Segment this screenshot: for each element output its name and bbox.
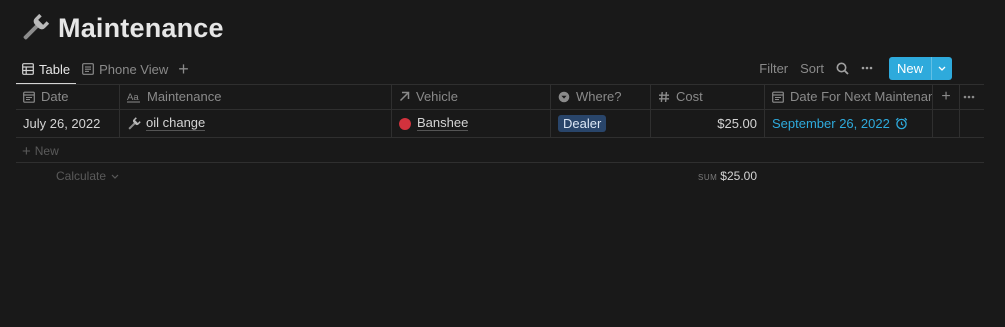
plus-icon: +: [22, 142, 31, 160]
number-icon: [659, 91, 669, 102]
column-label: Vehicle: [416, 89, 458, 104]
column-label: Where?: [576, 89, 622, 104]
column-label: Date For Next Maintenance: [790, 89, 932, 104]
empty-cell: [933, 110, 960, 137]
cost-sum[interactable]: SUM $25.00: [667, 169, 757, 183]
page-header: Maintenance: [18, 8, 224, 48]
empty-cell: [960, 110, 984, 137]
list-icon: [82, 63, 94, 75]
tab-phone-view[interactable]: Phone View: [76, 56, 174, 82]
where-tag: Dealer: [558, 115, 607, 132]
search-icon[interactable]: [836, 62, 849, 75]
tab-label: Table: [39, 61, 71, 77]
next-maintenance-date: September 26, 2022: [772, 116, 890, 131]
relation-arrow-icon: [399, 91, 410, 102]
red-circle-icon: [399, 117, 411, 130]
column-header-cost[interactable]: Cost: [651, 84, 765, 109]
vehicle-link[interactable]: Banshee: [417, 116, 469, 131]
column-header-vehicle[interactable]: Vehicle: [392, 84, 551, 109]
column-label: Cost: [676, 89, 703, 104]
column-label: Date: [41, 89, 69, 104]
tab-table[interactable]: Table: [16, 56, 77, 85]
column-header-where[interactable]: Where?: [551, 84, 651, 109]
column-header-next-maintenance[interactable]: Date For Next Maintenance: [765, 84, 933, 109]
cell-maintenance[interactable]: oil change: [120, 110, 392, 137]
view-tabs: Table Phone View +: [16, 56, 189, 85]
cell-next-maintenance[interactable]: September 26, 2022: [765, 110, 933, 137]
table-icon: [22, 63, 34, 75]
cell-where[interactable]: Dealer: [551, 110, 651, 137]
calendar-icon: [772, 91, 784, 103]
cell-cost[interactable]: $25.00: [651, 110, 765, 137]
add-property-icon[interactable]: +: [933, 84, 960, 109]
wrench-icon: [23, 13, 50, 40]
svg-text:Aa: Aa: [127, 92, 139, 103]
new-button-label: New: [896, 60, 923, 76]
column-header-maintenance[interactable]: Aa Maintenance: [120, 84, 392, 109]
more-options-icon[interactable]: [960, 84, 984, 109]
calculate-label: Calculate: [56, 169, 107, 183]
tab-label: Phone View: [99, 61, 169, 77]
cell-date[interactable]: July 26, 2022: [16, 110, 120, 137]
alarm-clock-icon: [895, 117, 908, 130]
add-row-button[interactable]: + New: [22, 142, 59, 160]
new-button[interactable]: New: [888, 56, 952, 80]
page-title: Maintenance: [58, 12, 224, 43]
sum-value: $25.00: [720, 169, 757, 183]
filter-button[interactable]: Filter: [759, 61, 788, 76]
column-header-date[interactable]: Date: [16, 84, 120, 109]
row-divider: [16, 162, 984, 163]
table-header-row: Date Aa Maintenance Vehicle Where? Cost: [16, 84, 984, 109]
table-row[interactable]: July 26, 2022 oil change Banshee Dealer …: [16, 110, 984, 137]
toolbar: Filter Sort New: [747, 56, 952, 80]
add-view-icon[interactable]: +: [178, 59, 189, 80]
title-property-icon: Aa: [127, 92, 140, 103]
add-row-label: New: [34, 144, 59, 158]
select-icon: [558, 91, 570, 102]
maintenance-title[interactable]: oil change: [146, 116, 206, 131]
cell-vehicle[interactable]: Banshee: [392, 110, 551, 137]
row-divider: [16, 137, 984, 138]
chevron-down-icon: [111, 174, 119, 180]
column-label: Maintenance: [147, 89, 222, 104]
sum-label: SUM: [698, 173, 718, 182]
chevron-down-icon[interactable]: [931, 56, 952, 80]
sort-button[interactable]: Sort: [800, 61, 824, 76]
wrench-icon: [128, 116, 141, 129]
more-options-icon[interactable]: [861, 66, 873, 70]
calendar-icon: [23, 91, 35, 103]
calculate-button[interactable]: Calculate: [56, 169, 119, 183]
